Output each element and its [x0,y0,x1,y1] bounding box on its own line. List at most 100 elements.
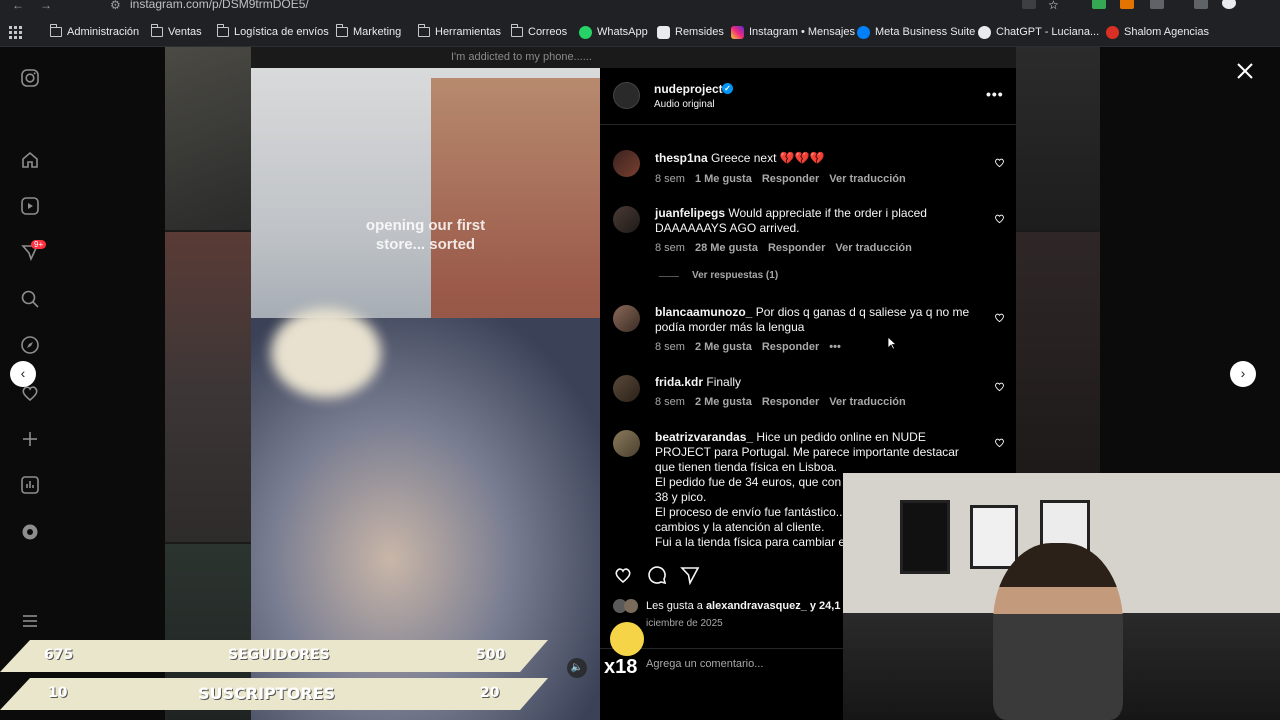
create-icon[interactable] [20,429,40,449]
emote-face-icon [610,622,644,656]
comment-likes[interactable]: 28 Me gusta [695,242,758,254]
star-icon[interactable]: ☆ [1048,0,1059,12]
comment-username[interactable]: frida.kdr [655,375,703,389]
previous-post-button[interactable]: ‹ [10,361,36,387]
comment-input[interactable]: Agrega un comentario... [646,658,846,670]
reply-button[interactable]: Responder [762,396,819,408]
extension-green-icon[interactable] [1092,0,1106,9]
search-icon[interactable] [20,289,40,309]
comment-age: 8 sem [655,396,685,408]
author-username[interactable]: nudeproject ✓ [654,82,733,96]
comment-icon[interactable] [647,565,667,585]
dashboard-icon[interactable] [20,475,40,495]
close-icon[interactable] [1236,62,1254,80]
translate-button[interactable]: Ver traducción [835,242,911,254]
bookmark-logistica[interactable]: Logística de envíos [216,24,329,40]
comment-meta: 8 sem 1 Me gusta Responder Ver traducción [655,173,906,185]
bookmark-remsides[interactable]: Remsides [657,24,724,40]
comment-text: Finally [706,375,742,389]
explore-icon[interactable] [20,335,40,355]
forward-icon[interactable]: → [40,0,52,12]
comment-username[interactable]: thesp1na [655,151,708,165]
screen-share-icon[interactable] [1022,0,1036,9]
followers-goal-bar: 675 SEGUIDORES 500 [0,640,548,672]
comment-meta: 8 sem 2 Me gusta Responder Ver traducción [655,396,906,408]
translate-button[interactable]: Ver traducción [829,396,905,408]
avatar[interactable] [613,375,640,402]
webcam-overlay [843,473,1280,720]
author-avatar[interactable] [613,82,640,109]
apps-grid-icon[interactable] [9,24,22,40]
background-post-image [165,47,251,230]
like-comment-icon[interactable] [994,381,1005,392]
verified-badge-icon: ✓ [722,83,733,94]
like-comment-icon[interactable] [994,157,1005,168]
reply-button[interactable]: Responder [768,242,825,254]
bookmark-ventas[interactable]: Ventas [150,24,202,40]
like-icon[interactable] [613,565,633,585]
avatar[interactable] [613,150,640,177]
comment-username[interactable]: beatrizvarandas_ [655,430,753,444]
share-icon[interactable] [680,565,700,585]
avatar[interactable] [613,430,640,457]
comment-likes[interactable]: 2 Me gusta [695,341,752,353]
reels-icon[interactable] [20,196,40,216]
translate-button[interactable]: Ver traducción [829,173,905,185]
avatar[interactable] [613,206,640,233]
bookmark-whatsapp[interactable]: WhatsApp [579,24,648,40]
profile-icon[interactable] [1194,0,1208,9]
notification-badge: 9+ [31,240,47,249]
bookmark-herramientas[interactable]: Herramientas [417,24,501,40]
liker-username[interactable]: alexandravasquez_ [706,600,807,612]
volume-icon[interactable]: 🔈 [567,658,587,678]
bookmark-administracion[interactable]: Administración [49,24,139,40]
instagram-icon[interactable] [20,68,40,88]
audio-label[interactable]: Audio original [654,99,715,110]
like-comment-icon[interactable] [994,213,1005,224]
back-icon[interactable]: ← [12,0,24,12]
more-options-icon[interactable]: ••• [986,86,1004,102]
site-info-icon[interactable]: ⚙ [110,0,121,12]
comment-likes[interactable]: 2 Me gusta [695,396,752,408]
reply-button[interactable]: Responder [762,173,819,185]
bookmark-meta-business[interactable]: Meta Business Suite [857,24,975,40]
bookmark-marketing[interactable]: Marketing [335,24,401,40]
comment-meta: 8 sem 28 Me gusta Responder Ver traducción [655,242,912,254]
home-icon[interactable] [20,150,40,170]
like-comment-icon[interactable] [994,437,1005,448]
view-replies-button[interactable]: Ver respuestas (1) [692,270,778,281]
comment-username[interactable]: blancaamunozo_ [655,305,752,319]
liker-avatar [624,599,638,613]
avatar[interactable] [613,305,640,332]
remsides-icon [657,25,670,39]
bookmark-chatgpt[interactable]: ChatGPT - Luciana... [978,24,1099,40]
blurred-head [271,308,381,398]
next-post-button[interactable]: › [1230,361,1256,387]
reel-video[interactable]: opening our first store... sorted 🔈 [251,68,600,720]
comment-more-icon[interactable]: ••• [829,341,841,353]
menu-icon[interactable] [20,611,40,631]
followers-goal: 500 [476,647,506,663]
background-post-image [165,232,251,542]
threads-icon[interactable] [20,522,40,542]
browser-toolbar: ← → ⚙ instagram.com/p/DSM9trmDOE5/ ☆ [0,0,1280,16]
subscribers-current: 10 [48,685,68,701]
likes-summary[interactable]: Les gusta a alexandravasquez_ y 24,1 [646,600,840,612]
comment-likes[interactable]: 1 Me gusta [695,173,752,185]
folder-icon [417,24,430,37]
subscribers-goal: 20 [480,685,500,701]
comment-username[interactable]: juanfelipegs [655,206,725,220]
reply-button[interactable]: Responder [762,341,819,353]
header-divider [600,124,1016,125]
account-avatar[interactable] [1222,0,1236,9]
address-bar[interactable]: instagram.com/p/DSM9trmDOE5/ [130,0,309,11]
emote-sticker: x18 [600,620,650,680]
bookmark-correos[interactable]: Correos [510,24,567,40]
bookmark-instagram-mensajes[interactable]: Instagram • Mensajes [731,24,855,40]
bookmark-shalom[interactable]: Shalom Agencias [1106,24,1209,40]
extension-orange-icon[interactable] [1120,0,1134,9]
background-post-image [1016,232,1100,472]
extensions-icon[interactable] [1150,0,1164,9]
streamer [993,543,1123,720]
like-comment-icon[interactable] [994,312,1005,323]
